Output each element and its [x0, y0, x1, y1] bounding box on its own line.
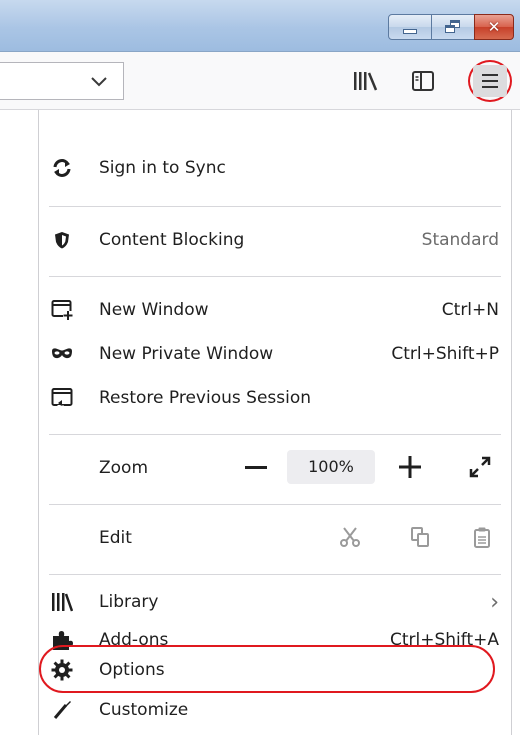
sync-icon	[51, 157, 73, 179]
close-button[interactable]: ✕	[474, 14, 514, 40]
paste-icon[interactable]	[471, 526, 493, 548]
menu-item-sign-in-sync[interactable]: Sign in to Sync	[39, 150, 511, 186]
restore-button[interactable]	[431, 14, 475, 40]
menu-item-label: Library	[99, 592, 159, 612]
new-window-icon	[51, 299, 73, 321]
app-menu-panel: Sign in to Sync Content Blocking Standar…	[38, 110, 512, 735]
menu-item-new-private-window[interactable]: New Private Window Ctrl+Shift+P	[39, 336, 511, 372]
copy-icon[interactable]	[409, 526, 431, 548]
open-menu-button[interactable]	[473, 65, 507, 97]
menu-separator	[49, 276, 501, 277]
menu-item-restore-session[interactable]: Restore Previous Session	[39, 380, 511, 416]
zoom-reset-button[interactable]: 100%	[287, 450, 375, 484]
url-bar[interactable]	[0, 62, 124, 100]
hamburger-menu-icon	[482, 74, 498, 88]
menu-item-label: Restore Previous Session	[99, 388, 312, 408]
menu-separator	[49, 206, 501, 207]
minimize-icon	[403, 28, 417, 34]
close-icon: ✕	[487, 17, 501, 36]
menu-item-label: New Private Window	[99, 344, 274, 364]
shield-icon	[51, 229, 73, 251]
submenu-arrow-icon: ›	[490, 589, 499, 615]
menu-item-customize[interactable]: Customize	[39, 692, 511, 728]
navigation-toolbar	[0, 52, 520, 110]
menu-separator	[49, 434, 501, 435]
restore-session-icon	[51, 387, 73, 409]
window-titlebar: ✕	[0, 0, 520, 52]
cut-icon[interactable]	[339, 526, 361, 548]
sidebar-icon[interactable]	[410, 68, 436, 94]
zoom-in-icon[interactable]	[399, 456, 421, 478]
restore-icon	[445, 20, 461, 34]
menu-item-shortcut: Ctrl+Shift+P	[391, 344, 499, 364]
content-blocking-level: Standard	[421, 230, 499, 250]
menu-separator	[49, 504, 501, 505]
edit-label: Edit	[99, 528, 132, 548]
minimize-button[interactable]	[388, 14, 432, 40]
private-mask-icon	[51, 343, 73, 365]
menu-item-label: Sign in to Sync	[99, 158, 226, 178]
fullscreen-icon[interactable]	[469, 456, 491, 478]
chevron-down-icon[interactable]	[89, 71, 109, 91]
menu-item-edit: Edit	[39, 520, 511, 556]
menu-item-label: Customize	[99, 700, 189, 720]
zoom-label: Zoom	[99, 458, 149, 478]
menu-item-shortcut: Ctrl+N	[441, 300, 499, 320]
zoom-out-icon[interactable]	[245, 466, 267, 469]
menu-item-label: New Window	[99, 300, 209, 320]
paintbrush-icon	[51, 699, 73, 721]
menu-item-zoom: Zoom 100%	[39, 450, 511, 486]
options-highlight-ring	[39, 645, 495, 693]
library-icon	[51, 591, 73, 613]
menu-item-new-window[interactable]: New Window Ctrl+N	[39, 292, 511, 328]
library-icon[interactable]	[352, 68, 378, 94]
menu-item-library[interactable]: Library ›	[39, 584, 511, 620]
menu-item-label: Content Blocking	[99, 230, 245, 250]
window-controls: ✕	[388, 14, 514, 40]
menu-item-content-blocking[interactable]: Content Blocking Standard	[39, 222, 511, 258]
menu-highlight-ring	[468, 60, 512, 102]
menu-separator	[49, 574, 501, 575]
